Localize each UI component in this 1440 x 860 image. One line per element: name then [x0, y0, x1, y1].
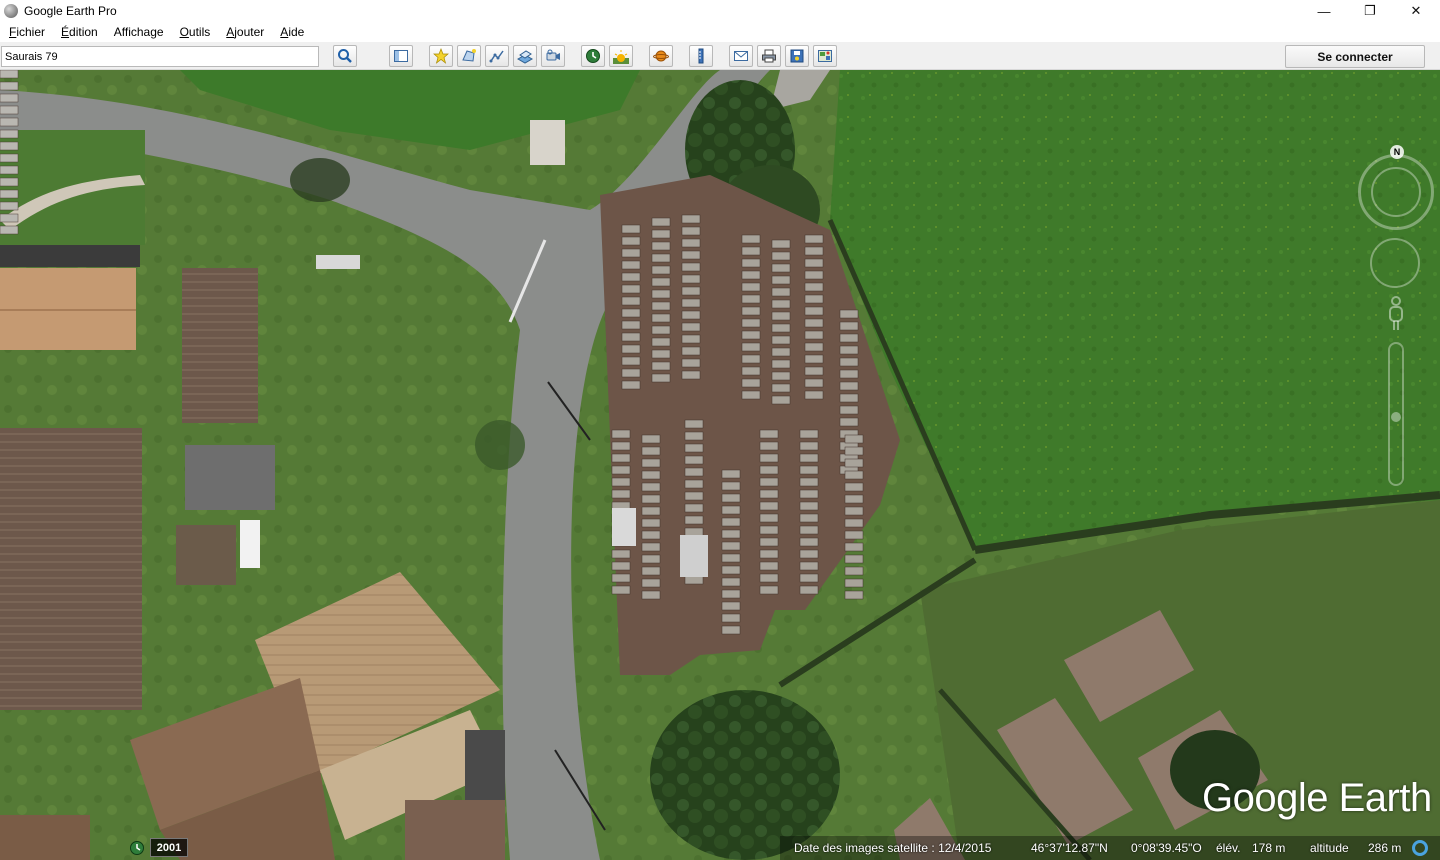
add-polygon-icon	[462, 49, 476, 62]
planets-icon	[653, 50, 669, 62]
historical-imagery-icon	[586, 49, 600, 63]
add-placemark-button[interactable]	[429, 45, 453, 67]
title-bar: Google Earth Pro — ❐ ✕	[0, 0, 1440, 22]
altitude-value: 286 m	[1368, 841, 1402, 855]
view-in-maps-button[interactable]	[813, 45, 837, 67]
maximize-button[interactable]: ❐	[1347, 0, 1393, 22]
save-image-icon	[790, 49, 804, 63]
sidebar-toggle-icon	[394, 50, 408, 62]
magnifier-icon	[338, 49, 352, 63]
historical-imagery-status-icon[interactable]	[129, 840, 145, 856]
add-path-icon	[489, 50, 504, 63]
satellite-imagery	[0, 70, 1440, 860]
google-earth-logo: Google Earth	[1202, 776, 1432, 820]
add-path-button[interactable]	[485, 45, 509, 67]
print-icon	[762, 49, 776, 63]
google-earth-app-icon	[4, 4, 18, 18]
menu-edition[interactable]: Édition	[52, 25, 105, 39]
window-title: Google Earth Pro	[24, 4, 117, 18]
add-image-overlay-icon	[517, 50, 533, 64]
save-image-button[interactable]	[785, 45, 809, 67]
ruler-button[interactable]	[689, 45, 713, 67]
menu-fichier[interactable]: Fichier	[0, 25, 52, 39]
zoom-slider-handle[interactable]	[1391, 412, 1401, 422]
sunlight-button[interactable]	[609, 45, 633, 67]
imagery-date: Date des images satellite : 12/4/2015	[794, 841, 992, 855]
record-tour-icon	[546, 49, 560, 61]
elevation-label: élév.	[1216, 841, 1241, 855]
email-icon	[734, 51, 748, 61]
altitude-label: altitude	[1310, 841, 1349, 855]
search-input[interactable]	[1, 46, 319, 67]
add-image-overlay-button[interactable]	[513, 45, 537, 67]
sunlight-icon	[613, 50, 629, 64]
add-placemark-icon	[433, 48, 449, 64]
compass-inner-ring[interactable]	[1371, 167, 1421, 217]
sign-in-button[interactable]: Se connecter	[1285, 45, 1425, 68]
sidebar-toggle-button[interactable]	[389, 45, 413, 67]
toolbar: Se connecter	[0, 42, 1440, 70]
planets-button[interactable]	[649, 45, 673, 67]
close-button[interactable]: ✕	[1393, 0, 1439, 22]
street-view-pegman-icon[interactable]	[1386, 296, 1406, 332]
navigation-controls: N	[1354, 144, 1440, 504]
ruler-icon	[698, 48, 704, 64]
look-joystick[interactable]	[1370, 238, 1420, 288]
view-in-maps-icon	[818, 50, 832, 62]
latitude-readout: 46°37'12.87"N	[1031, 841, 1108, 855]
menu-ajouter[interactable]: Ajouter	[217, 25, 271, 39]
streaming-status-icon	[1412, 840, 1428, 856]
north-indicator[interactable]: N	[1390, 145, 1404, 159]
menu-affichage[interactable]: Affichage	[105, 25, 171, 39]
map-view[interactable]: N Google Earth	[0, 70, 1440, 860]
search-button[interactable]	[333, 45, 357, 67]
menu-aide[interactable]: Aide	[271, 25, 311, 39]
menu-outils[interactable]: Outils	[171, 25, 218, 39]
imagery-year-badge[interactable]: 2001	[150, 838, 188, 857]
add-polygon-button[interactable]	[457, 45, 481, 67]
longitude-readout: 0°08'39.45"O	[1131, 841, 1202, 855]
historical-imagery-button[interactable]	[581, 45, 605, 67]
email-button[interactable]	[729, 45, 753, 67]
print-button[interactable]	[757, 45, 781, 67]
menu-bar: Fichier Édition Affichage Outils Ajouter…	[0, 22, 1440, 42]
elevation-value: 178 m	[1252, 841, 1286, 855]
minimize-button[interactable]: —	[1301, 0, 1347, 22]
record-tour-button[interactable]	[541, 45, 565, 67]
